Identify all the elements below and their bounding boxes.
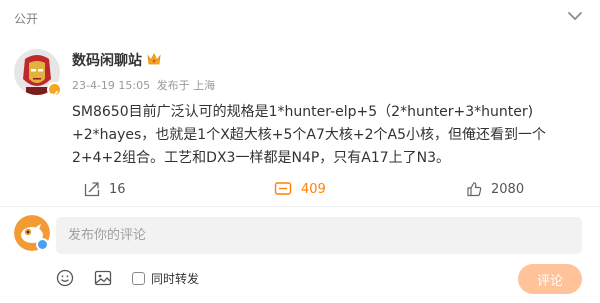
- divider: [0, 206, 600, 207]
- post-source: 发布于 上海: [156, 79, 216, 92]
- image-icon: [94, 270, 112, 286]
- username[interactable]: 数码闲聊站: [72, 50, 142, 70]
- like-icon: [467, 182, 482, 197]
- post-line: 2+4+2组合。工艺和DX3一样都是N4P，只有A17上了N3。: [72, 150, 451, 166]
- repost-button[interactable]: 16: [84, 176, 126, 202]
- post-actions: 16 409 2080: [0, 176, 600, 202]
- repost-icon: [84, 182, 100, 197]
- image-button[interactable]: [94, 269, 112, 287]
- repost-checkbox[interactable]: 同时转发: [132, 270, 199, 287]
- post-header: 公开: [0, 0, 600, 34]
- comment-count: 409: [301, 181, 326, 197]
- verified-badge-icon: [47, 82, 62, 97]
- repost-count: 16: [109, 181, 126, 197]
- post-timestamp[interactable]: 23-4-19 15:05: [72, 79, 150, 92]
- emoji-icon: [56, 269, 74, 287]
- visibility-label: 公开: [14, 12, 39, 26]
- repost-option-label: 同时转发: [151, 271, 200, 286]
- comment-box[interactable]: [56, 217, 582, 254]
- post-line: SM8650目前广泛认可的规格是1*hunter-elp+5（2*hunter+…: [72, 104, 534, 120]
- emoji-button[interactable]: [56, 269, 74, 287]
- post-content: SM8650目前广泛认可的规格是1*hunter-elp+5（2*hunter+…: [72, 101, 592, 170]
- comment-icon: [274, 182, 292, 195]
- checkbox[interactable]: [132, 271, 145, 285]
- like-button[interactable]: 2080: [466, 176, 524, 202]
- comment-toolbar: 同时转发: [56, 266, 199, 290]
- like-count: 2080: [491, 181, 525, 197]
- post-line: +2*hayes，也就是1个X超大核+5个A7大核+2个A5小核，但俺还看到一个: [72, 127, 547, 143]
- post-meta: 23-4-19 15:05 发布于 上海: [72, 77, 218, 93]
- comment-input[interactable]: [56, 217, 582, 254]
- verified-badge-icon: [36, 238, 49, 254]
- submit-comment-button[interactable]: 评论: [518, 264, 582, 294]
- comment-button[interactable]: 409: [274, 176, 326, 202]
- chevron-down-icon[interactable]: [566, 9, 584, 23]
- crown-icon: [147, 53, 161, 65]
